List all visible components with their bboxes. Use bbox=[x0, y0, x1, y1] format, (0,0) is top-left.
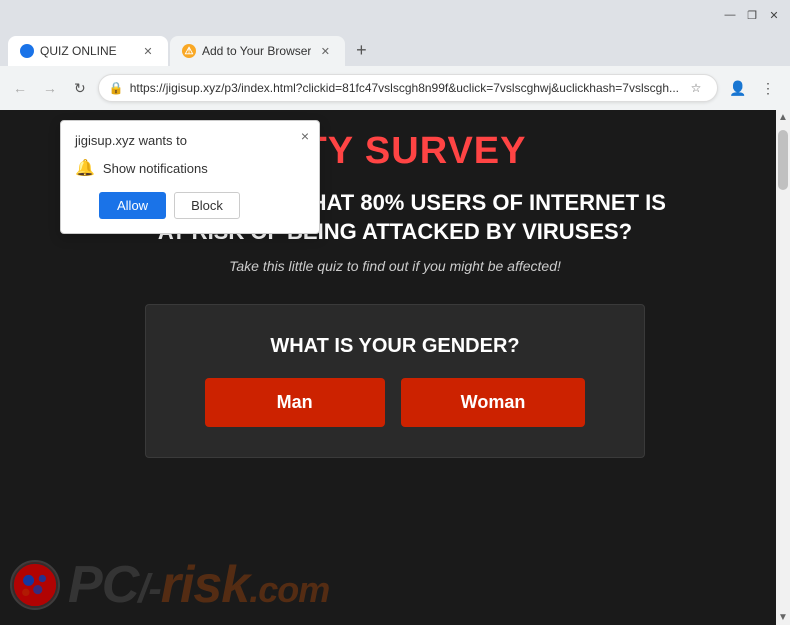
bookmark-star-icon[interactable]: ☆ bbox=[685, 77, 707, 99]
popup-notification-text: Show notifications bbox=[103, 161, 208, 176]
block-button[interactable]: Block bbox=[174, 192, 240, 219]
popup-title: jigisup.xyz wants to bbox=[75, 133, 305, 148]
tab-quiz-online[interactable]: QUIZ ONLINE ✕ bbox=[8, 36, 168, 66]
close-button[interactable]: ✕ bbox=[766, 7, 782, 23]
gender-buttons: Man Woman bbox=[205, 378, 586, 427]
restore-button[interactable]: ❐ bbox=[744, 7, 760, 23]
tab-bar: QUIZ ONLINE ✕ ⚠ Add to Your Browser ✕ + bbox=[0, 30, 790, 66]
page-content: RITY SURVEY DID YOU KNOW THAT 80% USERS … bbox=[0, 110, 790, 625]
man-button[interactable]: Man bbox=[205, 378, 385, 427]
scroll-down-arrow[interactable]: ▼ bbox=[776, 610, 790, 625]
address-input[interactable]: 🔒 https://jigisup.xyz/p3/index.html?clic… bbox=[98, 74, 718, 102]
new-tab-button[interactable]: + bbox=[347, 36, 375, 64]
tab-favicon-2: ⚠ bbox=[182, 44, 196, 58]
back-button[interactable]: ← bbox=[8, 74, 32, 102]
popup-close-button[interactable]: × bbox=[301, 129, 309, 143]
gender-question: WHAT IS YOUR GENDER? bbox=[270, 335, 519, 358]
minimize-button[interactable]: — bbox=[722, 7, 738, 23]
tab-close-2[interactable]: ✕ bbox=[317, 43, 333, 59]
title-bar: — ❐ ✕ bbox=[0, 0, 790, 30]
address-bar: ← → ↻ 🔒 https://jigisup.xyz/p3/index.htm… bbox=[0, 66, 790, 110]
tab-label-2: Add to Your Browser bbox=[202, 44, 311, 58]
toolbar-icons: 👤 ⋮ bbox=[724, 74, 782, 102]
bell-icon: 🔔 bbox=[75, 158, 95, 178]
window-controls: — ❐ ✕ bbox=[722, 7, 782, 23]
tab-favicon-1 bbox=[20, 44, 34, 58]
woman-button[interactable]: Woman bbox=[401, 378, 586, 427]
profile-button[interactable]: 👤 bbox=[724, 74, 752, 102]
menu-button[interactable]: ⋮ bbox=[754, 74, 782, 102]
address-text: https://jigisup.xyz/p3/index.html?clicki… bbox=[130, 81, 679, 95]
lock-icon: 🔒 bbox=[109, 81, 124, 95]
pcrisk-logo-icon bbox=[10, 560, 60, 610]
address-action-icons: ☆ bbox=[685, 77, 707, 99]
pcrisk-text-label: PC/-risk.com bbox=[68, 555, 329, 615]
scrollbar[interactable]: ▲ ▼ bbox=[776, 110, 790, 625]
refresh-button[interactable]: ↻ bbox=[68, 74, 92, 102]
forward-button[interactable]: → bbox=[38, 74, 62, 102]
tab-label-1: QUIZ ONLINE bbox=[40, 44, 134, 58]
browser-frame: — ❐ ✕ QUIZ ONLINE ✕ ⚠ Add to Your Browse… bbox=[0, 0, 790, 625]
pcrisk-watermark: PC/-risk.com bbox=[10, 555, 329, 615]
survey-subtext: Take this little quiz to find out if you… bbox=[229, 258, 561, 274]
allow-button[interactable]: Allow bbox=[99, 192, 166, 219]
gender-box: WHAT IS YOUR GENDER? Man Woman bbox=[145, 304, 645, 458]
tab-add-browser[interactable]: ⚠ Add to Your Browser ✕ bbox=[170, 36, 345, 66]
scrollbar-thumb[interactable] bbox=[778, 130, 788, 190]
popup-buttons: Allow Block bbox=[99, 192, 305, 219]
tab-close-1[interactable]: ✕ bbox=[140, 43, 156, 59]
scroll-up-arrow[interactable]: ▲ bbox=[776, 110, 790, 125]
popup-notification-row: 🔔 Show notifications bbox=[75, 158, 305, 178]
notification-popup: jigisup.xyz wants to × 🔔 Show notificati… bbox=[60, 120, 320, 234]
